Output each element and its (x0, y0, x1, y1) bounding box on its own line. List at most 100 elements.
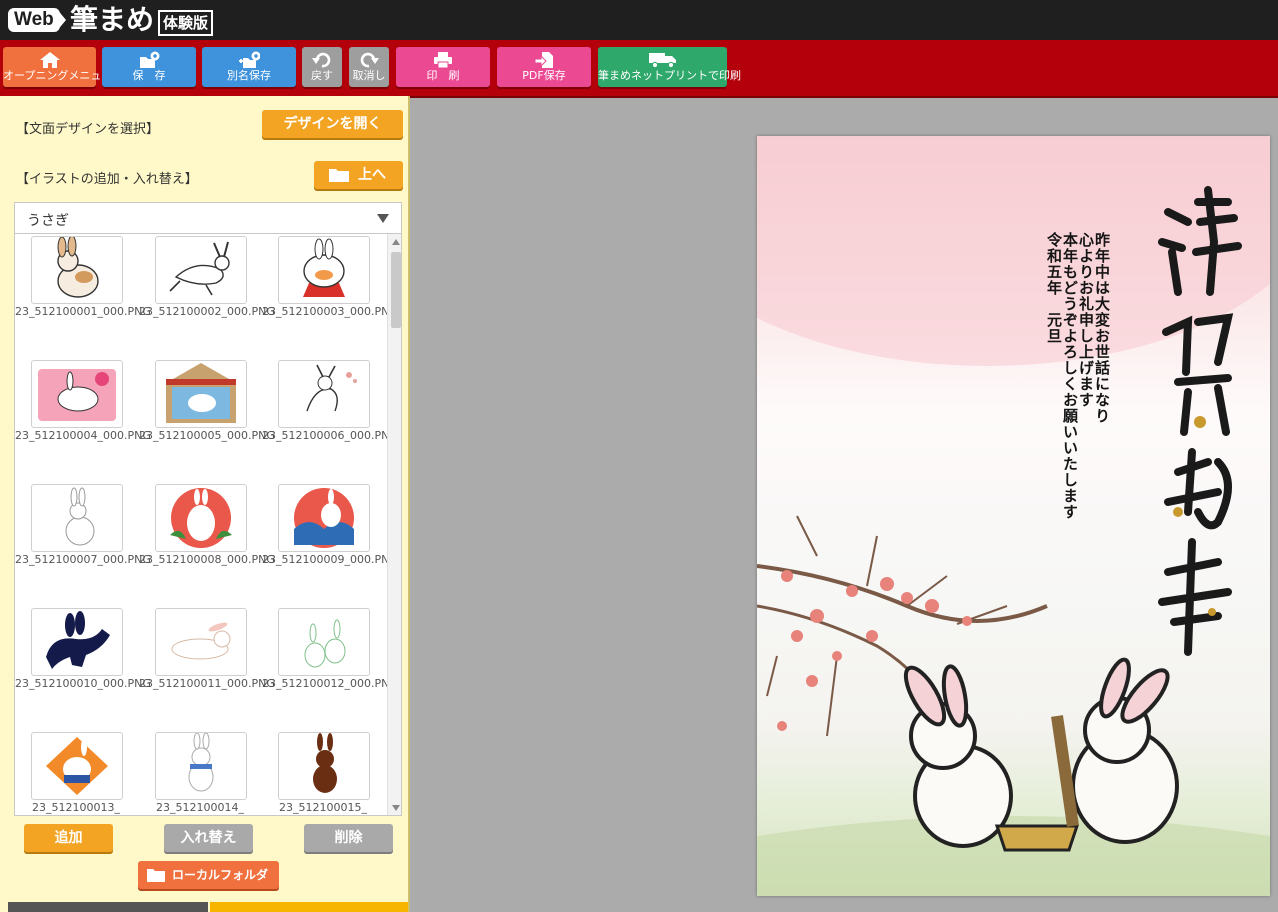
up-folder-button[interactable]: 上へ (314, 161, 403, 189)
category-select[interactable]: うさぎ (14, 202, 402, 234)
jumping-rabbit-image (169, 241, 230, 296)
save-as-icon (239, 51, 260, 68)
add-illustration-button[interactable]: 追加 (24, 824, 113, 852)
illust-section-label: 【イラストの追加・入れ替え】 (16, 172, 198, 187)
illustration-thumbnail[interactable] (155, 360, 247, 428)
illustration-caption: 23_512100003_000.PNG (262, 305, 398, 318)
opening-menu-button[interactable]: オープニングメニュー (3, 47, 113, 87)
tab-text[interactable] (8, 902, 208, 912)
toolbar: オープニングメニュー 保 存 別名保存 戻す 取消し 印 刷 PDF保存 筆まめ… (0, 40, 1278, 98)
redo-icon (360, 52, 379, 68)
undo-icon (312, 52, 331, 68)
illustration-caption: 23_512100010_000.PNG (15, 677, 151, 690)
illustration-item[interactable]: 23_512100012_000.PNG (262, 606, 398, 716)
postcard-preview[interactable]: 昨年中は大変お世話になり 心よりお礼申し上げます 本年もどうぞよろしくお願いいた… (757, 136, 1270, 896)
illustration-item[interactable]: 23_512100001_000.PNG (15, 234, 151, 344)
grid-scrollbar[interactable] (387, 234, 401, 815)
tab-illustration[interactable] (210, 902, 408, 912)
illustration-caption: 23_512100007_000.PNG (15, 553, 151, 566)
illustration-caption: 23_512100013_ (32, 801, 120, 814)
illustration-item[interactable]: 23_512100005_000.PNG (139, 358, 275, 468)
illustration-thumbnail[interactable] (278, 360, 370, 428)
illustration-item[interactable]: 23_512100004_000.PNG (15, 358, 151, 468)
print-label: 印 刷 (426, 69, 460, 82)
save-label: 保 存 (132, 69, 166, 82)
undo-button[interactable]: 戻す (302, 47, 342, 87)
white-rabbit-image (65, 487, 95, 546)
illustration-item[interactable]: 23_512100002_000.PNG (139, 234, 275, 344)
scroll-down-icon[interactable] (392, 805, 400, 811)
greeting-line: 心よりお礼申し上げます (1077, 232, 1095, 408)
print-icon (434, 52, 452, 69)
illustration-thumbnail[interactable] (155, 484, 247, 552)
illustration-caption: 23_512100015_ (279, 801, 367, 814)
illustration-grid: 23_512100001_000.PNG 23_512100002_000.PN… (14, 234, 402, 816)
illustration-thumbnail[interactable] (155, 732, 247, 800)
illustration-caption: 23_512100004_000.PNG (15, 429, 151, 442)
illustration-item[interactable]: 23_512100003_000.PNG (262, 234, 398, 344)
illustration-thumbnail[interactable] (278, 236, 370, 304)
greeting-line: 昨年中は大変お世話になり (1093, 232, 1111, 424)
illustration-caption: 23_512100009_000.PNG (262, 553, 398, 566)
greeting-line: 令和五年 元旦 (1045, 232, 1063, 344)
illustration-thumbnail[interactable] (31, 360, 123, 428)
illustration-item[interactable]: 23_512100011_000.PNG (139, 606, 275, 716)
bottom-tab-strip[interactable] (8, 902, 408, 912)
folder-icon (329, 169, 349, 182)
redo-button[interactable]: 取消し (349, 47, 389, 87)
illustration-item[interactable]: 23_512100010_000.PNG (15, 606, 151, 716)
twin-rabbits-image (304, 619, 346, 668)
illustration-item[interactable]: 23_512100014_ (139, 730, 249, 815)
illustration-item[interactable]: 23_512100007_000.PNG (15, 482, 151, 592)
illustration-item[interactable]: 23_512100013_ (15, 730, 125, 815)
logo-arrow-icon (56, 8, 66, 32)
illustration-caption: 23_512100012_000.PNG (262, 677, 398, 690)
opening-menu-label: オープニングメニュー (3, 69, 113, 82)
illustration-caption: 23_512100002_000.PNG (139, 305, 275, 318)
print-button[interactable]: 印 刷 (396, 47, 490, 87)
wave-rabbit-image (294, 488, 354, 548)
illustration-thumbnail[interactable] (31, 236, 123, 304)
pdf-save-button[interactable]: PDF保存 (497, 47, 591, 87)
scroll-up-icon[interactable] (392, 239, 400, 245)
rabbit-on-cushion-image (38, 369, 116, 421)
illustration-caption: 23_512100008_000.PNG (139, 553, 275, 566)
illustration-item[interactable]: 23_512100009_000.PNG (262, 482, 398, 592)
save-as-label: 別名保存 (227, 69, 271, 82)
chevron-down-icon (377, 214, 389, 223)
app-name: 筆まめ (70, 3, 155, 36)
local-folder-label: ローカルフォルダ (172, 868, 269, 882)
illustration-item[interactable]: 23_512100006_000.PNG (262, 358, 398, 468)
delete-illustration-button[interactable]: 削除 (304, 824, 393, 852)
brown-rabbit-image (313, 733, 337, 793)
illustration-thumbnail[interactable] (278, 608, 370, 676)
illustration-thumbnail[interactable] (278, 484, 370, 552)
greeting-line: 本年もどうぞよろしくお願いいたします (1061, 232, 1079, 520)
design-section-label: 【文面デザインを選択】 (16, 122, 160, 137)
save-button[interactable]: 保 存 (102, 47, 196, 87)
illustration-caption: 23_512100001_000.PNG (15, 305, 151, 318)
illustration-thumbnail[interactable] (155, 236, 247, 304)
sun-rabbit-image (170, 488, 232, 548)
replace-illustration-button[interactable]: 入れ替え (164, 824, 253, 852)
illustration-item[interactable]: 23_512100015_ (262, 730, 372, 815)
local-folder-button[interactable]: ローカルフォルダ (138, 861, 279, 889)
net-print-button[interactable]: 筆まめネットプリントで印刷 (598, 47, 741, 87)
category-select-value: うさぎ (27, 213, 69, 229)
left-panel: 【文面デザインを選択】 デザインを開く 【イラストの追加・入れ替え】 上へ うさ… (0, 96, 410, 912)
illustration-thumbnail[interactable] (31, 484, 123, 552)
illustration-thumbnail[interactable] (31, 732, 123, 800)
leaping-rabbit-image (171, 622, 231, 660)
illustration-caption: 23_512100011_000.PNG (139, 677, 275, 690)
open-design-button[interactable]: デザインを開く (262, 110, 403, 138)
kinga-shinnen-calligraphy-image[interactable] (1148, 182, 1244, 682)
illustration-item[interactable]: 23_512100008_000.PNG (139, 482, 275, 592)
greeting-text[interactable]: 昨年中は大変お世話になり 心よりお礼申し上げます 本年もどうぞよろしくお願いいた… (1045, 232, 1111, 532)
illustration-thumbnail[interactable] (278, 732, 370, 800)
save-as-button[interactable]: 別名保存 (202, 47, 296, 87)
illustration-thumbnail[interactable] (155, 608, 247, 676)
redo-label: 取消し (352, 69, 386, 82)
illustration-thumbnail[interactable] (31, 608, 123, 676)
illustration-caption: 23_512100006_000.PNG (262, 429, 398, 442)
scrollbar-thumb[interactable] (391, 252, 401, 328)
